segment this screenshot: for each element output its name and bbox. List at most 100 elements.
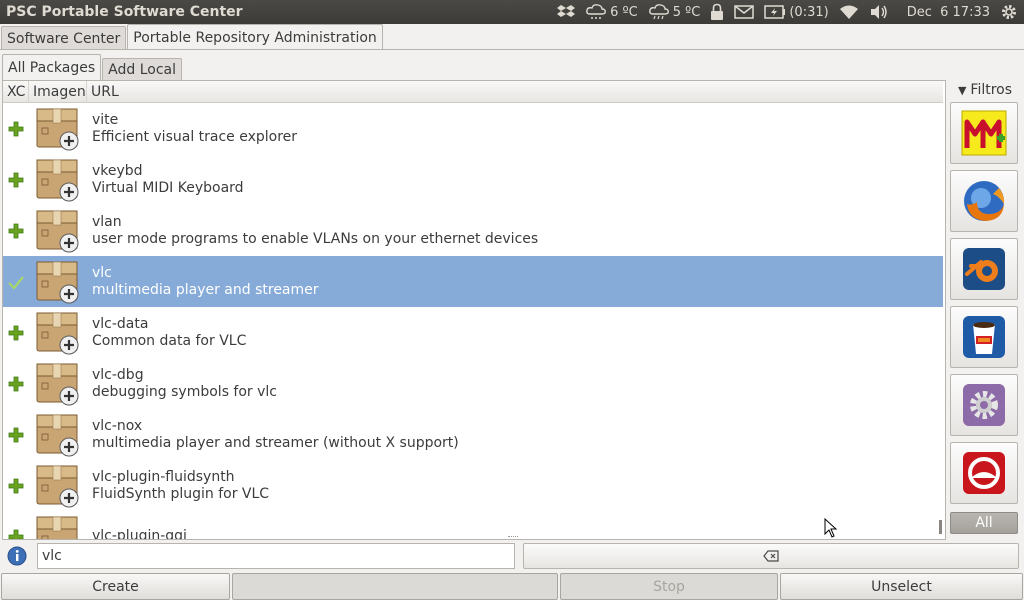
package-image-cell: [29, 361, 87, 407]
package-box-icon: [36, 261, 79, 303]
package-name: vlan: [92, 213, 122, 230]
top-panel: PSC Portable Software Center 6 ºC 5 ºC (…: [0, 0, 1024, 24]
temperature-2: 5 ºC: [672, 4, 701, 20]
package-box-icon: [36, 108, 79, 150]
install-status-cell[interactable]: [3, 274, 29, 290]
filter-button-internet[interactable]: [950, 170, 1018, 232]
rain-cloud-icon: [648, 4, 669, 20]
filter-button-graphics[interactable]: [950, 238, 1018, 300]
pane-resize-handle[interactable]: [508, 536, 518, 539]
weather-indicator-2[interactable]: 5 ºC: [648, 3, 701, 21]
table-row[interactable]: vkeybd Virtual MIDI Keyboard: [3, 154, 943, 205]
clock[interactable]: Dec 6 17:33: [899, 5, 990, 20]
column-header-url[interactable]: URL: [87, 81, 943, 103]
install-status-cell[interactable]: [3, 478, 29, 494]
table-row[interactable]: vlc multimedia player and streamer: [3, 256, 943, 307]
table-row[interactable]: vlc-data Common data for VLC: [3, 307, 943, 358]
column-header-image[interactable]: Imagen: [29, 81, 87, 103]
tab-software-center[interactable]: Software Center: [1, 26, 127, 50]
backspace-clear-icon: [763, 550, 779, 562]
filter-button-other[interactable]: [950, 442, 1018, 504]
unselect-button[interactable]: Unselect: [780, 573, 1023, 600]
window-title: PSC Portable Software Center: [6, 4, 243, 20]
package-name: vkeybd: [92, 162, 143, 179]
package-name: vlc: [92, 264, 112, 281]
install-status-cell[interactable]: [3, 172, 29, 188]
filter-button-mm[interactable]: [950, 102, 1018, 164]
package-description: FluidSynth plugin for VLC: [92, 485, 270, 502]
checkmark-icon: [8, 275, 24, 290]
package-name: vlc-data: [92, 315, 149, 332]
battery-time: (0:31): [789, 4, 829, 20]
filters-header[interactable]: ▼ Filtros: [948, 80, 1022, 100]
column-header-xc[interactable]: XC: [3, 81, 29, 103]
settings-gear-icon: [963, 384, 1005, 426]
lock-icon[interactable]: [710, 3, 724, 21]
table-row[interactable]: vlc-plugin-fluidsynth FluidSynth plugin f…: [3, 460, 943, 511]
package-text-cell: vlc-dbg debugging symbols for vlc: [87, 367, 277, 401]
package-description: Common data for VLC: [92, 332, 247, 349]
list-header: XC Imagen URL: [3, 81, 943, 103]
package-image-cell: [29, 463, 87, 509]
install-status-cell[interactable]: [3, 376, 29, 392]
tab-add-local[interactable]: Add Local: [102, 58, 182, 80]
plus-icon: [8, 325, 24, 340]
package-description: Virtual MIDI Keyboard: [92, 179, 244, 196]
package-description: user mode programs to enable VLANs on yo…: [92, 230, 539, 247]
battery-indicator[interactable]: (0:31): [764, 4, 829, 20]
info-icon: [7, 546, 27, 566]
table-row[interactable]: vlan user mode programs to enable VLANs o…: [3, 205, 943, 256]
search-input[interactable]: [37, 543, 515, 569]
weather-indicator-1[interactable]: 6 ºC: [585, 3, 638, 21]
package-box-icon: [36, 363, 79, 405]
package-image-cell: [29, 208, 87, 254]
package-text-cell: vlc-nox multimedia player and streamer (w…: [87, 418, 459, 452]
package-box-icon: [36, 210, 79, 252]
table-row[interactable]: vlc-plugin-ggi: [3, 511, 943, 539]
tab-portable-repository-administration[interactable]: Portable Repository Administration: [127, 24, 383, 50]
package-name: vlc-plugin-fluidsynth: [92, 468, 235, 485]
install-status-cell[interactable]: [3, 121, 29, 137]
info-button[interactable]: [5, 545, 29, 567]
filters-label: Filtros: [970, 82, 1013, 98]
tab-all-packages[interactable]: All Packages: [2, 54, 102, 80]
clear-search-button[interactable]: [523, 543, 1019, 569]
package-list[interactable]: XC Imagen URL vite Efficient visual trace…: [2, 80, 946, 540]
table-row[interactable]: vlc-dbg debugging symbols for vlc: [3, 358, 943, 409]
mail-icon[interactable]: [734, 5, 755, 19]
package-image-cell: [29, 259, 87, 305]
package-description: multimedia player and streamer: [92, 281, 319, 298]
wifi-icon[interactable]: [839, 4, 859, 20]
package-image-cell: [29, 157, 87, 203]
inner-tab-bar: All Packages Add Local: [2, 54, 183, 80]
scrollbar-thumb[interactable]: [939, 520, 942, 534]
progress-bar: [232, 573, 558, 600]
install-status-cell[interactable]: [3, 325, 29, 341]
filter-all-button[interactable]: All: [950, 512, 1018, 534]
package-text-cell: vlan user mode programs to enable VLANs o…: [87, 214, 538, 248]
filter-button-system[interactable]: [950, 374, 1018, 436]
power-gear-icon[interactable]: [1000, 3, 1018, 21]
filter-button-java[interactable]: [950, 306, 1018, 368]
stop-button[interactable]: Stop: [560, 573, 778, 600]
plus-icon: [8, 223, 24, 238]
table-row[interactable]: vlc-nox multimedia player and streamer (w…: [3, 409, 943, 460]
create-button[interactable]: Create: [1, 573, 230, 600]
snow-cloud-icon: [586, 4, 607, 19]
package-box-icon: [36, 516, 78, 539]
package-text-cell: vkeybd Virtual MIDI Keyboard: [87, 163, 244, 197]
dropbox-icon[interactable]: [557, 4, 576, 20]
volume-icon[interactable]: [869, 4, 889, 20]
install-status-cell[interactable]: [3, 223, 29, 239]
package-name: vlc-nox: [92, 417, 143, 434]
package-box-icon: [36, 465, 79, 507]
table-row[interactable]: vite Efficient visual trace explorer: [3, 103, 943, 154]
package-box-icon: [36, 312, 79, 354]
install-status-cell[interactable]: [3, 529, 29, 539]
package-image-cell: [29, 412, 87, 458]
package-text-cell: vlc-plugin-fluidsynth FluidSynth plugin f…: [87, 469, 269, 503]
install-status-cell[interactable]: [3, 427, 29, 443]
package-rows: vite Efficient visual trace explorer vkey…: [3, 103, 943, 539]
package-image-cell: [29, 514, 87, 539]
package-text-cell: vlc-plugin-ggi: [87, 528, 187, 539]
